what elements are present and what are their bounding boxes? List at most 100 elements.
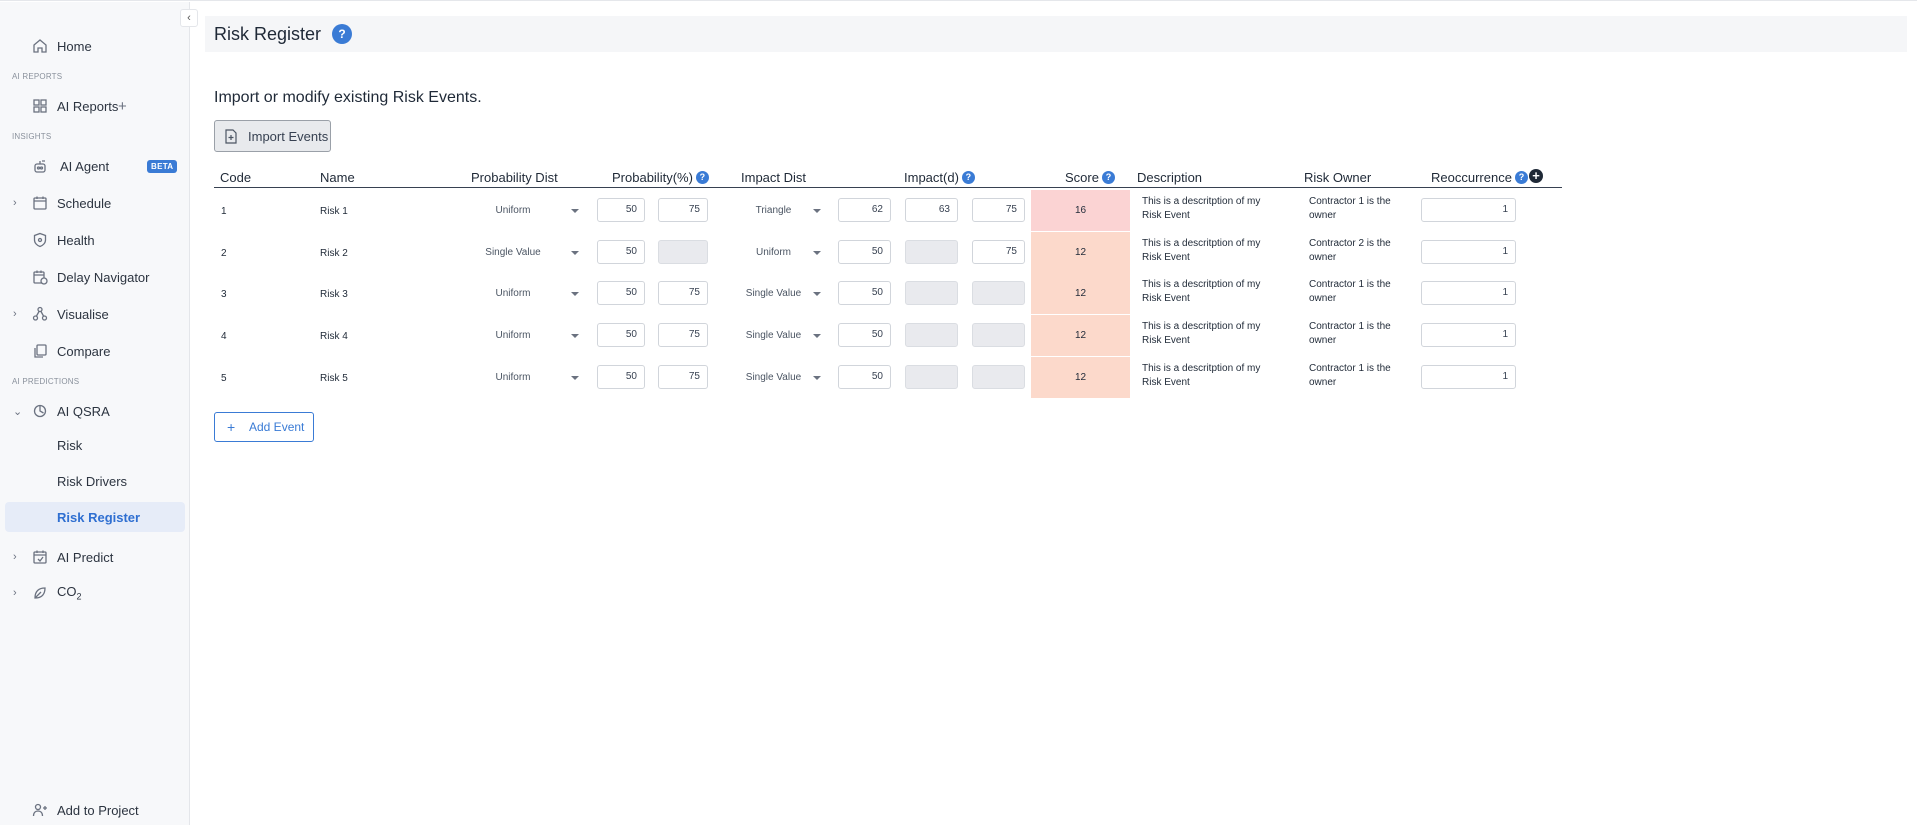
reoccurrence-input[interactable]: 1 bbox=[1421, 240, 1516, 264]
chevron-down-icon[interactable] bbox=[571, 334, 579, 338]
impact-min-input[interactable]: 62 bbox=[838, 198, 891, 222]
sidebar-item-health[interactable]: Health bbox=[0, 226, 190, 254]
column-header-score: Score? bbox=[1065, 170, 1115, 185]
probability-min-input[interactable]: 50 bbox=[597, 323, 645, 347]
chevron-down-icon[interactable] bbox=[813, 251, 821, 255]
column-header-description: Description bbox=[1137, 170, 1203, 185]
row-code: 2 bbox=[221, 248, 227, 259]
chevron-down-icon[interactable] bbox=[571, 292, 579, 296]
sidebar-item-co2[interactable]: › CO2 bbox=[0, 579, 190, 607]
probability-min-input[interactable]: 50 bbox=[597, 365, 645, 389]
impact-dist-select[interactable]: Single Value bbox=[731, 288, 816, 299]
row-name: Risk 3 bbox=[320, 289, 348, 300]
probability-min-input[interactable]: 50 bbox=[597, 281, 645, 305]
impact-min-input[interactable]: 50 bbox=[838, 323, 891, 347]
help-icon[interactable]: ? bbox=[695, 171, 709, 184]
sidebar-item-ai-agent[interactable]: AI Agent BETA bbox=[0, 152, 190, 180]
beta-badge: BETA bbox=[147, 159, 178, 173]
score-cell: 12 bbox=[1031, 232, 1130, 273]
row-code: 3 bbox=[221, 289, 227, 300]
reoccurrence-input[interactable]: 1 bbox=[1421, 198, 1516, 222]
chevron-down-icon[interactable] bbox=[571, 251, 579, 255]
import-events-label: Import Events bbox=[248, 129, 329, 144]
copy-icon bbox=[34, 344, 47, 358]
sidebar-item-risk[interactable]: Risk bbox=[0, 430, 190, 460]
help-icon[interactable]: ? bbox=[1514, 171, 1528, 184]
sidebar-item-ai-qsra[interactable]: ⌄ AI QSRA bbox=[0, 397, 190, 425]
row-code: 1 bbox=[221, 206, 227, 217]
impact-min-input[interactable]: 50 bbox=[838, 281, 891, 305]
probability-dist-select[interactable]: Uniform bbox=[468, 330, 558, 341]
impact-mode-input[interactable] bbox=[905, 281, 958, 305]
leaf-icon bbox=[34, 587, 46, 599]
sidebar-item-visualise[interactable]: › Visualise bbox=[0, 300, 190, 328]
collapse-sidebar-button[interactable]: ‹ bbox=[180, 9, 198, 27]
nodes-icon bbox=[32, 306, 48, 321]
sidebar-item-risk-register[interactable]: Risk Register bbox=[5, 502, 185, 532]
add-report-icon[interactable]: + bbox=[118, 98, 127, 115]
impact-min-input[interactable]: 50 bbox=[838, 240, 891, 264]
help-icon[interactable]: ? bbox=[332, 24, 352, 44]
probability-max-input[interactable]: 75 bbox=[658, 323, 708, 347]
impact-dist-select[interactable]: Single Value bbox=[731, 372, 816, 383]
ai-qsra-icon bbox=[33, 404, 47, 418]
add-column-icon[interactable]: + bbox=[1529, 169, 1543, 183]
sidebar-item-add-to-project[interactable]: Add to Project bbox=[0, 796, 190, 824]
page-header: Risk Register ? bbox=[205, 16, 1907, 52]
probability-dist-select[interactable]: Uniform bbox=[468, 288, 558, 299]
impact-dist-select[interactable]: Single Value bbox=[731, 330, 816, 341]
impact-min-input[interactable]: 50 bbox=[838, 365, 891, 389]
impact-mode-input[interactable] bbox=[905, 323, 958, 347]
row-name: Risk 4 bbox=[320, 331, 348, 342]
home-icon bbox=[33, 39, 47, 53]
impact-dist-select[interactable]: Uniform bbox=[731, 247, 816, 258]
probability-dist-select[interactable]: Uniform bbox=[468, 205, 558, 216]
probability-max-input[interactable]: 75 bbox=[658, 198, 708, 222]
row-name: Risk 2 bbox=[320, 248, 348, 259]
probability-max-input[interactable]: 75 bbox=[658, 365, 708, 389]
probability-min-input[interactable]: 50 bbox=[597, 198, 645, 222]
calendar-clock-icon bbox=[33, 270, 48, 285]
chevron-down-icon[interactable] bbox=[813, 334, 821, 338]
sidebar-item-delay-navigator[interactable]: Delay Navigator bbox=[0, 263, 190, 291]
chevron-down-icon[interactable] bbox=[813, 376, 821, 380]
probability-dist-select[interactable]: Single Value bbox=[468, 247, 558, 258]
add-event-button[interactable]: + Add Event bbox=[214, 412, 314, 442]
co2-label: CO bbox=[57, 584, 77, 600]
sidebar-item-home[interactable]: Home bbox=[0, 32, 190, 60]
sidebar-item-ai-predict[interactable]: › AI Predict bbox=[0, 543, 190, 571]
chevron-down-icon[interactable] bbox=[813, 209, 821, 213]
impact-dist-select[interactable]: Triangle bbox=[731, 205, 816, 216]
impact-max-input[interactable] bbox=[972, 323, 1025, 347]
impact-mode-input[interactable] bbox=[905, 240, 958, 264]
import-events-button[interactable]: Import Events bbox=[214, 120, 331, 152]
probability-dist-select[interactable]: Uniform bbox=[468, 372, 558, 383]
impact-max-input[interactable] bbox=[972, 281, 1025, 305]
add-user-icon bbox=[32, 803, 47, 817]
reoccurrence-input[interactable]: 1 bbox=[1421, 323, 1516, 347]
sidebar-item-compare[interactable]: Compare bbox=[0, 337, 190, 365]
impact-max-input[interactable] bbox=[972, 365, 1025, 389]
chevron-down-icon[interactable] bbox=[571, 209, 579, 213]
sidebar-item-ai-reports[interactable]: AI Reports + bbox=[0, 92, 190, 120]
sidebar-item-schedule[interactable]: › Schedule bbox=[0, 189, 190, 217]
impact-mode-input[interactable]: 63 bbox=[905, 198, 958, 222]
impact-max-input[interactable]: 75 bbox=[972, 240, 1025, 264]
help-icon[interactable]: ? bbox=[1101, 171, 1115, 184]
row-code: 4 bbox=[221, 331, 227, 342]
reoccurrence-input[interactable]: 1 bbox=[1421, 281, 1516, 305]
probability-max-input[interactable] bbox=[658, 240, 708, 264]
probability-max-input[interactable]: 75 bbox=[658, 281, 708, 305]
impact-mode-input[interactable] bbox=[905, 365, 958, 389]
reoccurrence-input[interactable]: 1 bbox=[1421, 365, 1516, 389]
chevron-down-icon[interactable] bbox=[571, 376, 579, 380]
column-header-probability-dist: Probability Dist bbox=[471, 170, 558, 185]
row-code: 5 bbox=[221, 373, 227, 384]
chevron-down-icon[interactable] bbox=[813, 292, 821, 296]
row-risk-owner: Contractor 1 is the owner bbox=[1309, 279, 1391, 304]
impact-max-input[interactable]: 75 bbox=[972, 198, 1025, 222]
help-icon[interactable]: ? bbox=[961, 171, 975, 184]
probability-min-input[interactable]: 50 bbox=[597, 240, 645, 264]
sidebar-item-risk-drivers[interactable]: Risk Drivers bbox=[0, 466, 190, 496]
sidebar-item-label: AI Reports bbox=[57, 98, 119, 114]
